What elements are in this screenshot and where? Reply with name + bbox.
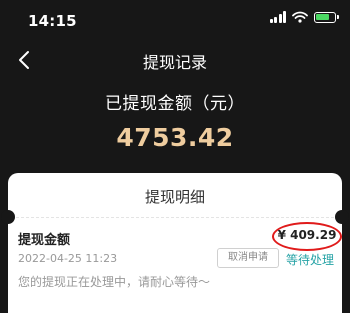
record-note: 您的提现正在处理中，请耐心等待～: [18, 275, 211, 289]
total-withdrawn-label: 已提现金额（元）: [105, 94, 245, 114]
total-withdrawn-amount: 4753.42: [116, 123, 234, 152]
record-date: 2022-04-25 11:23: [18, 252, 118, 265]
status-icons: [269, 11, 339, 23]
record-amount-highlight: ¥ 409.29: [272, 222, 342, 251]
nav-bar: 提现记录: [0, 44, 350, 76]
record-amount: ¥ 409.29: [277, 228, 337, 242]
card-notch-left: [1, 210, 15, 224]
status-time: 14:15: [28, 12, 77, 30]
status-bar: 14:15: [0, 0, 350, 44]
card-title: 提现明细: [144, 188, 205, 206]
wifi-icon: [292, 11, 308, 23]
status-badge: 等待处理: [286, 253, 335, 267]
battery-charging-icon: [314, 11, 339, 23]
signal-icon: [269, 11, 286, 23]
record-title: 提现金额: [18, 233, 71, 248]
cancel-request-button[interactable]: 取消申请: [217, 248, 279, 268]
page-title: 提现记录: [142, 53, 207, 72]
divider: [16, 217, 334, 218]
